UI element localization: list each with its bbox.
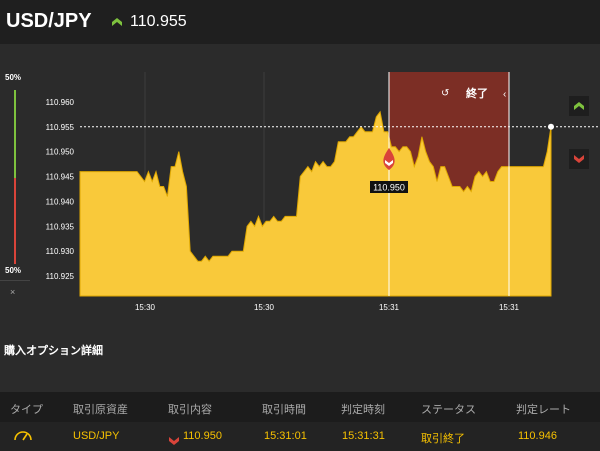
- col-judge-rate: 判定レート: [516, 404, 571, 416]
- up-arrow-icon: [112, 13, 122, 31]
- down-arrow-icon: [169, 432, 179, 450]
- x-tick-label: 15:30: [135, 303, 156, 312]
- divider: [0, 280, 30, 281]
- cell-trade-time: 15:31:01: [264, 430, 307, 442]
- cell-asset: USD/JPY: [73, 430, 120, 442]
- cell-judge-rate: 110.946: [518, 430, 557, 442]
- currency-pair: USD/JPY: [6, 10, 92, 32]
- x-tick-label: 15:30: [254, 303, 275, 312]
- cell-status: 取引終了: [421, 433, 465, 445]
- down-percent: 50%: [5, 266, 22, 275]
- up-percent: 50%: [5, 73, 22, 82]
- cell-content: 110.950: [183, 430, 222, 442]
- x-axis: 15:30 15:30 15:31 15:31: [135, 303, 520, 312]
- chart-panel: [0, 62, 600, 304]
- col-type: タイプ: [10, 404, 43, 416]
- cell-judge-time: 15:31:31: [342, 430, 385, 442]
- table-header: タイプ 取引原資産 取引内容 取引時間 判定時刻 ステータス 判定レート: [0, 392, 600, 422]
- buy-down-button[interactable]: [569, 149, 589, 169]
- close-icon[interactable]: ×: [10, 287, 15, 297]
- col-asset: 取引原資産: [73, 404, 128, 416]
- current-rate-display: 110.955: [112, 13, 187, 31]
- up-meter-bar: [14, 90, 16, 178]
- buy-up-button[interactable]: [569, 96, 589, 116]
- col-status: ステータス: [421, 404, 476, 416]
- top-bar: USD/JPY 110.955: [0, 0, 600, 44]
- x-tick-label: 15:31: [379, 303, 400, 312]
- current-rate: 110.955: [130, 13, 187, 30]
- x-tick-label: 15:31: [499, 303, 520, 312]
- col-content: 取引内容: [168, 404, 212, 416]
- col-judge-time: 判定時刻: [341, 404, 385, 416]
- table-row[interactable]: USD/JPY 110.950 15:31:01 15:31:31 取引終了 1…: [0, 422, 600, 451]
- section-title: 購入オプション詳細: [4, 345, 103, 357]
- down-meter-bar: [14, 178, 16, 264]
- gauge-icon: [13, 428, 33, 447]
- col-trade-time: 取引時間: [262, 404, 306, 416]
